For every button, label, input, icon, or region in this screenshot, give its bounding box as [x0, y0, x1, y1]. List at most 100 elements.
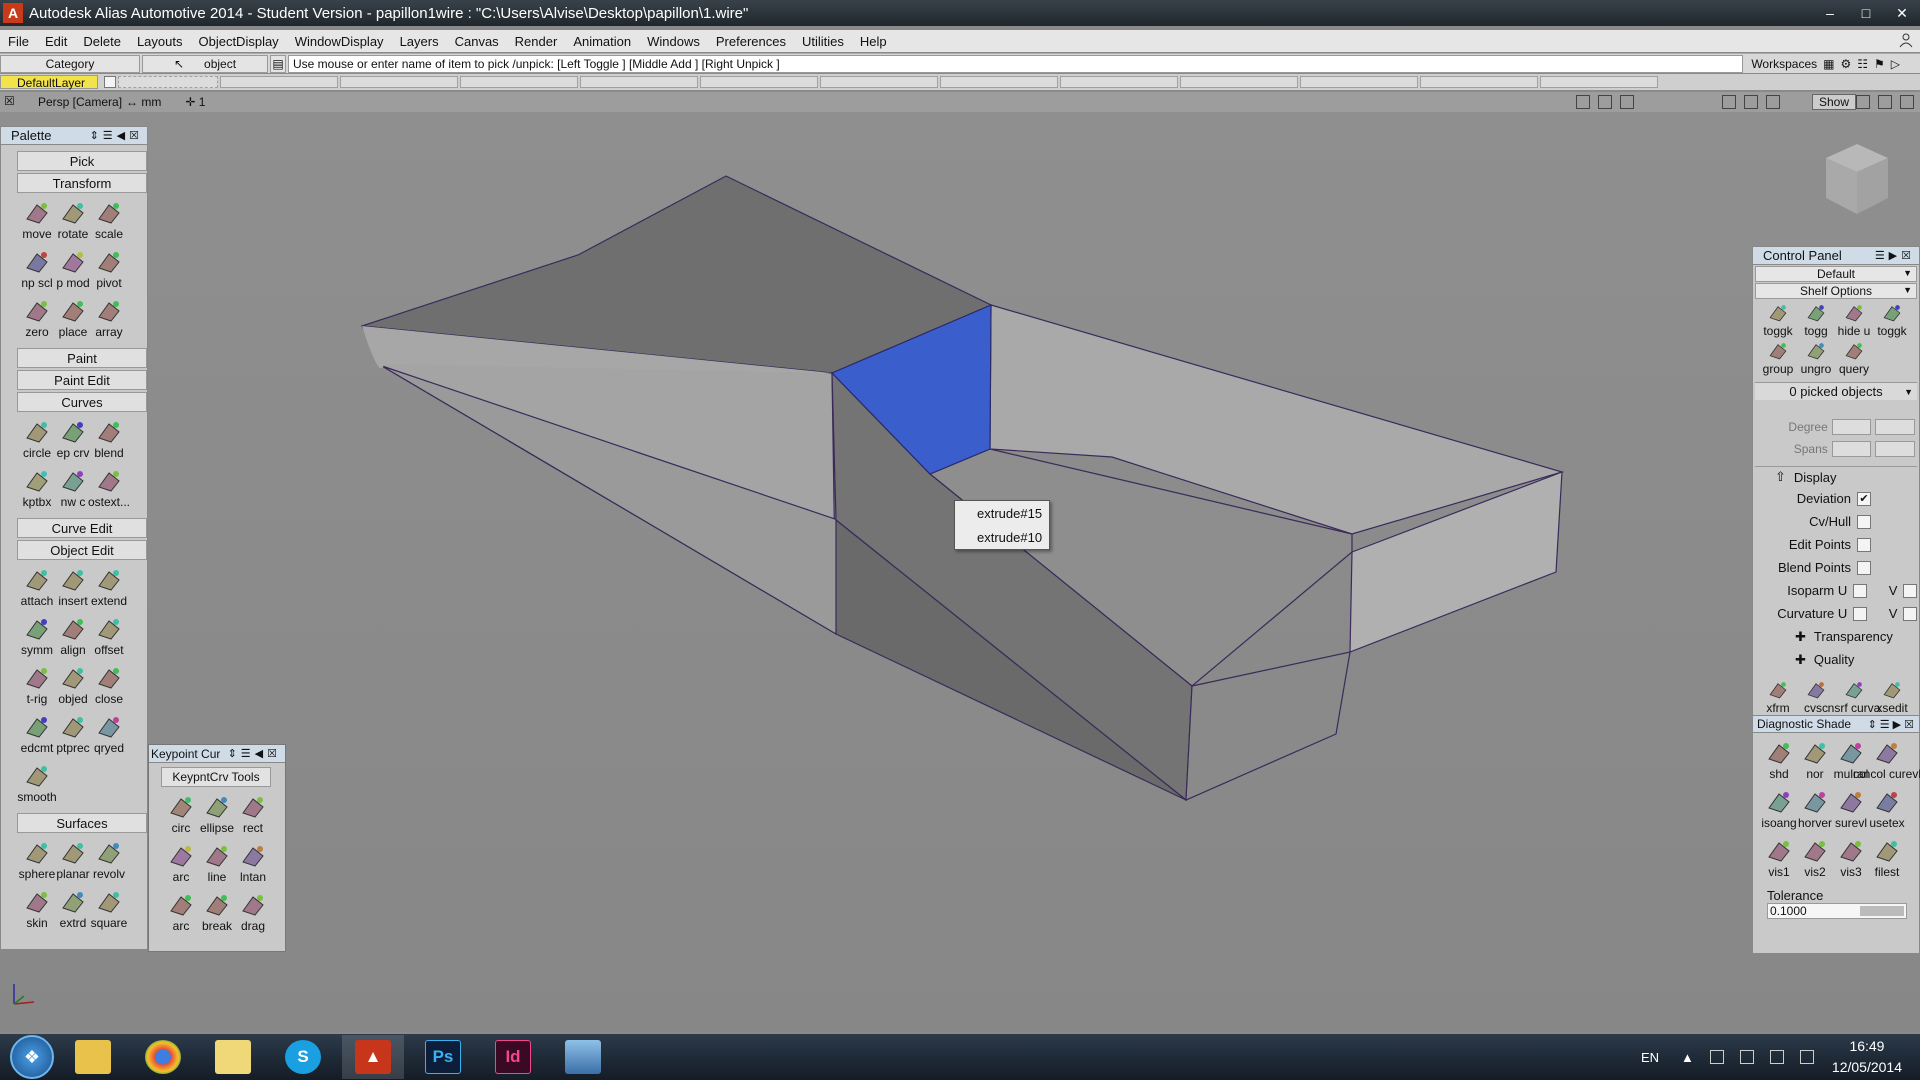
- tray-app-icon[interactable]: [1709, 1050, 1724, 1064]
- layer-slot[interactable]: [1540, 76, 1658, 88]
- v-checkbox[interactable]: [1903, 606, 1917, 621]
- menu-windows[interactable]: Windows: [639, 34, 708, 49]
- tool-toggle-2[interactable]: togg: [1797, 300, 1835, 338]
- language-indicator[interactable]: EN: [1641, 1050, 1659, 1065]
- tool-group[interactable]: group: [1759, 338, 1797, 376]
- photoshop-icon[interactable]: Ps: [412, 1035, 474, 1079]
- surface-lower-right[interactable]: [1185, 651, 1351, 801]
- tool-sculpt-modify[interactable]: p mod: [55, 246, 91, 295]
- quality-row[interactable]: ✚ Quality: [1755, 648, 1917, 671]
- tool-insert[interactable]: insert: [55, 564, 91, 613]
- tool-rect[interactable]: rect: [235, 791, 271, 840]
- tool-vis3[interactable]: vis3: [1833, 835, 1869, 884]
- layer-slot[interactable]: [1180, 76, 1298, 88]
- tool-line[interactable]: line: [199, 840, 235, 889]
- network-icon[interactable]: [1769, 1050, 1784, 1064]
- action-center-icon[interactable]: [1799, 1050, 1814, 1064]
- tool-smooth[interactable]: smooth: [17, 760, 57, 809]
- menu-canvas[interactable]: Canvas: [447, 34, 507, 49]
- tolerance-field[interactable]: 0.1000: [1767, 903, 1907, 919]
- tool-query-edit[interactable]: qryed: [91, 711, 127, 760]
- curve-edit-section[interactable]: Curve Edit: [17, 518, 147, 538]
- camera-label[interactable]: Persp [Camera]: [38, 95, 122, 109]
- tool-square[interactable]: square: [91, 886, 127, 935]
- tool-break[interactable]: break: [199, 889, 235, 938]
- view-fit-icon[interactable]: [1722, 95, 1736, 109]
- tool-horizontal[interactable]: horver: [1797, 786, 1833, 835]
- pick-section[interactable]: Pick: [17, 151, 147, 171]
- menu-animation[interactable]: Animation: [565, 34, 639, 49]
- spans-field[interactable]: [1831, 441, 1872, 457]
- object-edit-section[interactable]: Object Edit: [17, 540, 147, 560]
- transform-section[interactable]: Transform: [17, 173, 147, 193]
- default-layer[interactable]: DefaultLayer: [0, 75, 98, 90]
- tool-revolve[interactable]: revolv: [91, 837, 127, 886]
- curves-section[interactable]: Curves: [17, 392, 147, 412]
- menu-preferences[interactable]: Preferences: [708, 34, 794, 49]
- folder-icon[interactable]: [202, 1035, 264, 1079]
- tool-pivot[interactable]: pivot: [91, 246, 127, 295]
- display-checkbox[interactable]: [1857, 537, 1871, 552]
- palette-controls-icon[interactable]: ⇕☰◀☒: [90, 129, 143, 142]
- viewport-3d[interactable]: [0, 112, 1920, 1032]
- viewcube-icon[interactable]: [1822, 140, 1892, 218]
- prompt-list-icon[interactable]: ▤: [270, 54, 286, 73]
- tool-rotate[interactable]: rotate: [55, 197, 91, 246]
- menu-render[interactable]: Render: [507, 34, 566, 49]
- v-checkbox[interactable]: [1903, 583, 1917, 598]
- tool-close[interactable]: close: [91, 662, 127, 711]
- picked-objects-dropdown[interactable]: 0 picked objects ▼: [1755, 382, 1917, 400]
- tool-blend[interactable]: blend: [91, 416, 127, 465]
- tool-query[interactable]: query: [1835, 338, 1873, 376]
- tool-xsedit[interactable]: xsedit: [1873, 677, 1911, 715]
- layer-slot[interactable]: [580, 76, 698, 88]
- workspace-arrow-icon[interactable]: ▷: [1891, 57, 1900, 71]
- layer-slot[interactable]: [940, 76, 1058, 88]
- tool-extend[interactable]: extend: [91, 564, 127, 613]
- tray-expand-icon[interactable]: ▲: [1681, 1050, 1694, 1065]
- layer-slot[interactable]: [340, 76, 458, 88]
- tool-attach[interactable]: attach: [19, 564, 55, 613]
- tool-vis2[interactable]: vis2: [1797, 835, 1833, 884]
- split-view-icon[interactable]: [1856, 95, 1870, 109]
- workspaces-label[interactable]: Workspaces: [1745, 57, 1823, 71]
- maximize-view-icon[interactable]: [1900, 95, 1914, 109]
- file-explorer-icon[interactable]: [62, 1035, 124, 1079]
- tool-keypoint-toolbox[interactable]: kptbx: [19, 465, 55, 514]
- tool-new-curve[interactable]: nw c: [55, 465, 91, 514]
- tool-toggle-3[interactable]: toggk: [1873, 300, 1911, 338]
- tool-arc[interactable]: arc: [163, 840, 199, 889]
- tool-planar[interactable]: planar: [55, 837, 91, 886]
- menu-help[interactable]: Help: [852, 34, 895, 49]
- display-checkbox[interactable]: [1853, 606, 1867, 621]
- tool-ptprec[interactable]: ptprec: [55, 711, 91, 760]
- menu-edit[interactable]: Edit: [37, 34, 75, 49]
- tool-text[interactable]: ostext...: [88, 465, 130, 514]
- three-view-icon[interactable]: [1878, 95, 1892, 109]
- tool-trim[interactable]: t-rig: [19, 662, 55, 711]
- layer-slot[interactable]: [118, 76, 218, 88]
- tool-keypoint-circle[interactable]: circ: [163, 791, 199, 840]
- tool-zero[interactable]: zero: [19, 295, 55, 344]
- minimize-button[interactable]: –: [1812, 0, 1848, 26]
- view-look-icon[interactable]: [1744, 95, 1758, 109]
- tool-iso-angle[interactable]: isoang: [1761, 786, 1797, 835]
- tool-shade[interactable]: shd: [1761, 737, 1797, 786]
- layer-slot[interactable]: [460, 76, 578, 88]
- tool-random-color[interactable]: rancol curevl: [1853, 737, 1920, 786]
- tool-ungroup[interactable]: ungro: [1797, 338, 1835, 376]
- tool-move[interactable]: move: [19, 197, 55, 246]
- show-button[interactable]: Show: [1811, 94, 1856, 110]
- display-checkbox[interactable]: [1857, 560, 1871, 575]
- tool-symmetry[interactable]: symm: [19, 613, 55, 662]
- display-header[interactable]: ⇧ Display: [1755, 467, 1917, 487]
- category-field[interactable]: Category: [0, 54, 140, 73]
- layer-checkbox[interactable]: [104, 76, 116, 88]
- tool-toggle[interactable]: toggk: [1759, 300, 1797, 338]
- layer-slot[interactable]: [1420, 76, 1538, 88]
- default-dropdown[interactable]: Default: [1755, 266, 1917, 282]
- degree-field-2[interactable]: [1875, 419, 1915, 435]
- tool-sphere[interactable]: sphere: [19, 837, 55, 886]
- workspace-grid-icon[interactable]: ☷: [1857, 57, 1868, 71]
- tool-extrude[interactable]: extrd: [55, 886, 91, 935]
